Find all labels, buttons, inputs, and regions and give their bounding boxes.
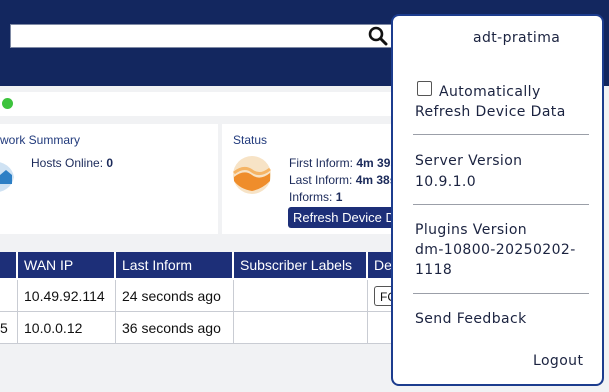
first-inform-label: First Inform:: [289, 156, 354, 170]
menu-username: adt-pratima: [473, 30, 561, 46]
search-input[interactable]: [10, 24, 394, 48]
plugins-version-value-line2: 1118: [415, 262, 453, 278]
table-header-wan-ip[interactable]: WAN IP: [18, 252, 114, 278]
status-title: Status: [233, 133, 268, 147]
menu-divider: [413, 134, 589, 135]
user-menu: [391, 14, 604, 386]
search-icon[interactable]: [366, 24, 390, 48]
informs-value: 1: [335, 190, 343, 204]
device-toolbar: [0, 92, 400, 116]
server-version-label: Server Version: [415, 153, 523, 169]
table-header-subscriber-labels[interactable]: Subscriber Labels: [234, 252, 366, 278]
send-feedback-link[interactable]: Send Feedback: [415, 311, 527, 327]
auto-refresh-label-line2[interactable]: Refresh Device Data: [415, 104, 566, 120]
last-inform: Last Inform: 4m 38s: [289, 173, 396, 187]
refresh-device-button[interactable]: Refresh Device D...: [288, 207, 398, 228]
table-header-last-inform[interactable]: Last Inform: [116, 252, 232, 278]
server-version-value: 10.9.1.0: [415, 174, 477, 190]
status-icon: [233, 156, 271, 194]
table-cell-labels: [234, 312, 368, 344]
logout-link[interactable]: Logout: [533, 353, 583, 369]
table-cell-last-inform: 36 seconds ago: [116, 312, 234, 344]
last-inform-label: Last Inform:: [289, 173, 353, 187]
network-summary-title: work Summary: [0, 133, 81, 147]
table-cell-wan-ip: 10.0.0.12: [18, 312, 116, 344]
table-cell-last-inform: 24 seconds ago: [116, 280, 234, 312]
informs-label: Informs:: [289, 190, 333, 204]
table-cell-wan-ip: 10.49.92.114: [18, 280, 116, 312]
auto-refresh-label[interactable]: Automatically: [439, 84, 541, 100]
table-cell-labels: [234, 280, 368, 312]
first-inform: First Inform: 4m 39s: [289, 156, 397, 170]
online-status-dot: [2, 98, 13, 109]
plugins-version-label: Plugins Version: [415, 222, 528, 238]
hosts-online-value: 0: [106, 156, 114, 170]
hosts-online: Hosts Online: 0: [31, 156, 113, 170]
menu-divider: [413, 204, 589, 205]
host-icon: [0, 162, 14, 192]
menu-divider: [413, 293, 589, 294]
table-cell-first: [0, 280, 18, 312]
informs-count: Informs: 1: [289, 190, 342, 204]
auto-refresh-checkbox[interactable]: [417, 81, 432, 96]
table-header-first: [0, 252, 16, 278]
table-cell-first: 5: [0, 312, 18, 344]
hosts-online-label: Hosts Online:: [31, 156, 104, 170]
plugins-version-value: dm-10800-20250202-: [415, 242, 576, 258]
